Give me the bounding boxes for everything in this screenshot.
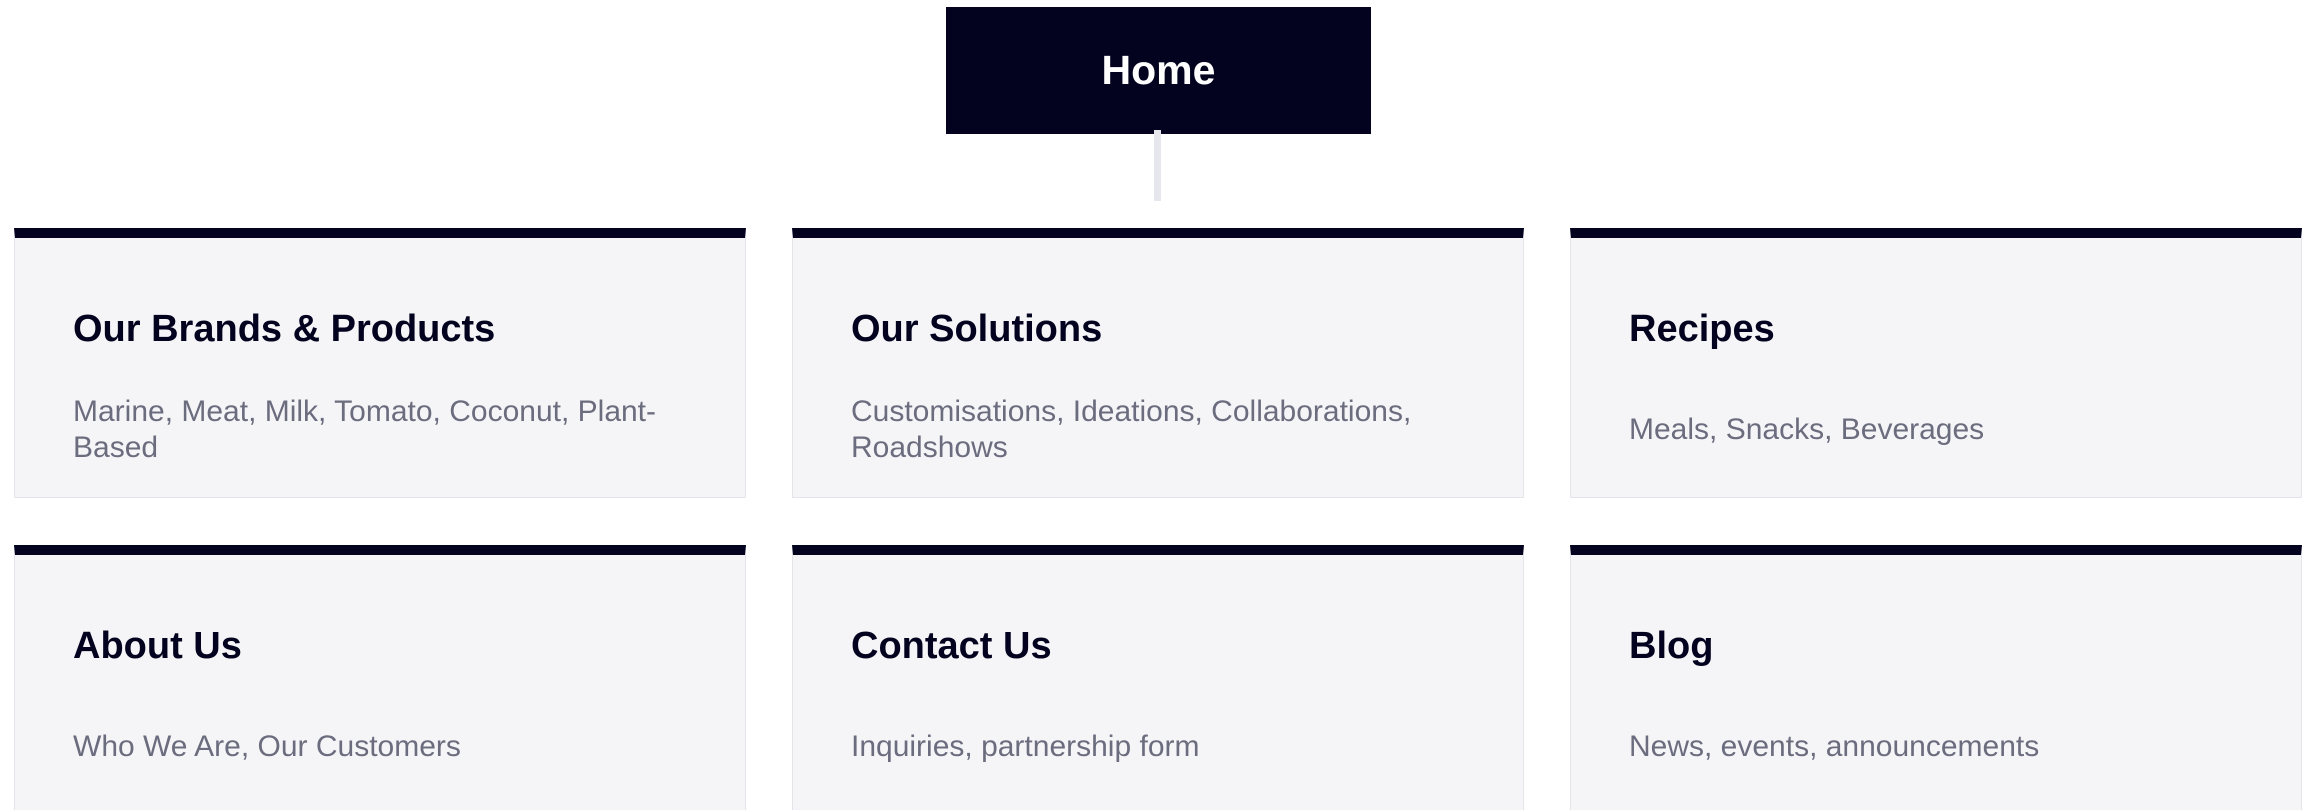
card-title: Our Brands & Products (73, 308, 496, 350)
card-description: Meals, Snacks, Beverages (1629, 413, 1985, 446)
card-brands-products[interactable]: Our Brands & Products Marine, Meat, Milk… (14, 228, 746, 498)
card-title: Blog (1629, 625, 1714, 667)
card-description: Inquiries, partnership form (851, 730, 1200, 763)
card-title: Our Solutions (851, 308, 1103, 350)
card-contact-us[interactable]: Contact Us Inquiries, partnership form (792, 545, 1524, 810)
card-description: News, events, announcements (1629, 730, 2040, 763)
card-title: Contact Us (851, 625, 1052, 667)
card-title: Recipes (1629, 308, 1775, 350)
card-about-us[interactable]: About Us Who We Are, Our Customers (14, 545, 746, 810)
home-connector-line (1154, 130, 1161, 201)
card-description: Customisations, Ideations, Collaboration… (851, 395, 1412, 464)
home-label: Home (1101, 47, 1216, 93)
card-solutions[interactable]: Our Solutions Customisations, Ideations,… (792, 228, 1524, 498)
card-description: Marine, Meat, Milk, Tomato, Coconut, Pla… (73, 395, 657, 464)
home-node[interactable]: Home (946, 7, 1371, 134)
card-title: About Us (73, 625, 242, 667)
sitemap-diagram: Home Our Brands & Products Marine, Meat,… (0, 0, 2314, 810)
card-recipes[interactable]: Recipes Meals, Snacks, Beverages (1570, 228, 2302, 498)
card-description: Who We Are, Our Customers (73, 730, 461, 763)
card-blog[interactable]: Blog News, events, announcements (1570, 545, 2302, 810)
